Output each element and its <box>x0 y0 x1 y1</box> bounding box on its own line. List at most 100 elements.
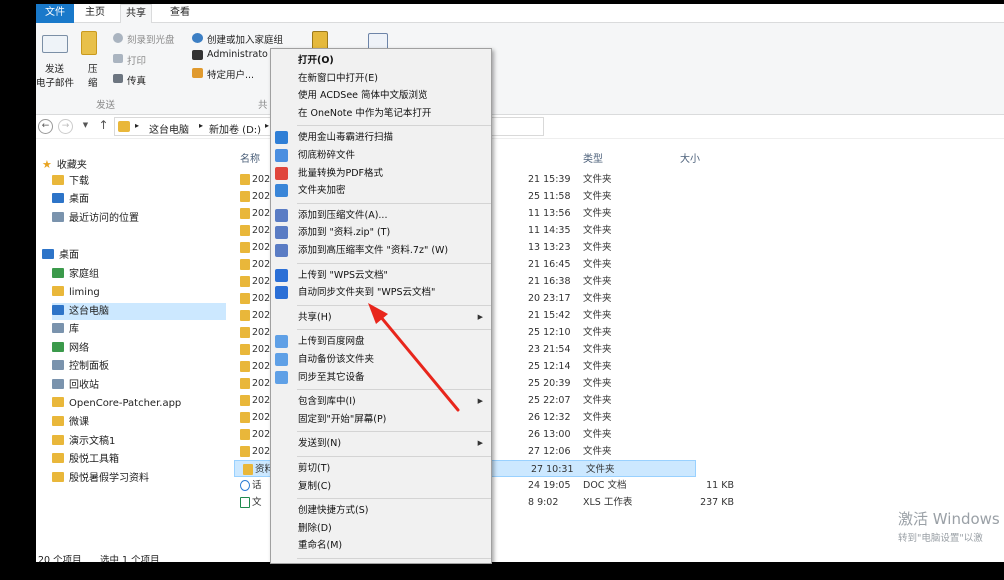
menu-item[interactable]: 批量转换为PDF格式 <box>271 165 491 182</box>
menu-item[interactable]: 发送到(N) ▶ <box>271 435 491 452</box>
file-date: 27 12:06 <box>528 446 571 457</box>
email-icon[interactable] <box>42 35 68 53</box>
folder-icon <box>240 276 250 287</box>
sidebar-item-label: 库 <box>69 324 79 335</box>
menu-item[interactable]: 属性(R) <box>271 562 491 563</box>
file-date: 21 15:42 <box>528 310 571 321</box>
menu-item[interactable]: 上传到百度网盘 <box>271 333 491 350</box>
menu-item[interactable]: 使用 ACDSee 简体中文版浏览 <box>271 87 491 104</box>
sidebar-item-favorites[interactable]: ★ 收藏夹 <box>42 156 87 173</box>
sidebar-item-yinyue-toolbox[interactable]: 殷悦工具箱 <box>52 451 119 468</box>
folder-icon <box>240 191 250 202</box>
submenu-arrow-icon: ▶ <box>477 397 483 406</box>
sidebar-item-recent-places[interactable]: 最近访问的位置 <box>52 210 139 227</box>
sidebar-item-opencore-patcher[interactable]: OpenCore-Patcher.app <box>52 395 181 412</box>
menu-item-label: 发送到(N) <box>298 438 342 450</box>
file-type: XLS 工作表 <box>583 497 633 508</box>
sidebar-item-this-pc[interactable]: 这台电脑 <box>52 303 226 320</box>
homegroup-button[interactable]: 创建或加入家庭组 <box>207 32 283 46</box>
folder-icon <box>52 286 64 296</box>
menu-item[interactable]: 自动同步文件夹到 "WPS云文档" <box>271 284 491 301</box>
menu-item[interactable]: 删除(D) <box>271 520 491 537</box>
file-type: 文件夹 <box>583 225 612 236</box>
menu-item[interactable]: 使用金山毒霸进行扫描 <box>271 129 491 146</box>
menu-item-label: 包含到库中(I) <box>298 396 356 408</box>
disc-icon <box>113 33 123 43</box>
sidebar-item-desktop[interactable]: 桌面 <box>42 247 79 264</box>
breadcrumb-drive-d[interactable]: 新加卷 (D:) <box>209 121 261 136</box>
folder-icon <box>240 378 250 389</box>
file-date: 25 22:07 <box>528 395 571 406</box>
file-date: 23 21:54 <box>528 344 571 355</box>
folder-icon <box>52 397 64 407</box>
folder-icon <box>240 293 250 304</box>
menu-item-label: 使用 ACDSee 简体中文版浏览 <box>298 90 428 102</box>
ribbon-tab-bar: 文件 主页 共享 查看 <box>36 4 1004 24</box>
menu-item[interactable]: 共享(H) ▶ <box>271 309 491 326</box>
menu-item[interactable]: 添加到压缩文件(A)... <box>271 207 491 224</box>
sidebar-item-desktop-fav[interactable]: 桌面 <box>52 191 89 208</box>
print-button[interactable]: 打印 <box>127 53 146 67</box>
breadcrumb-this-pc[interactable]: 这台电脑 <box>149 121 189 136</box>
menu-item[interactable]: 添加到 "资料.zip" (T) <box>271 224 491 241</box>
menu-item[interactable]: 在 OneNote 中作为笔记本打开 <box>271 105 491 122</box>
tab-home[interactable]: 主页 <box>80 4 110 23</box>
menu-item-label: 上传到百度网盘 <box>298 336 365 348</box>
file-date: 11 14:35 <box>528 225 571 236</box>
sidebar-item-yinyue-summer-materials[interactable]: 殷悦暑假学习资料 <box>52 470 149 487</box>
menu-item[interactable]: 包含到库中(I) ▶ <box>271 393 491 410</box>
file-name: 202 <box>252 208 271 219</box>
burn-disc-button[interactable]: 刻录到光盘 <box>127 32 175 46</box>
tab-file[interactable]: 文件 <box>36 4 74 23</box>
column-header-type[interactable]: 类型 <box>583 150 603 165</box>
column-header-size[interactable]: 大小 <box>680 150 700 165</box>
menu-item[interactable]: 重命名(M) <box>271 537 491 554</box>
tab-view[interactable]: 查看 <box>164 4 196 23</box>
send-email-label-2[interactable]: 电子邮件 <box>36 75 74 89</box>
sidebar-item-downloads[interactable]: 下载 <box>52 173 89 190</box>
menu-item[interactable]: 上传到 "WPS云文档" <box>271 267 491 284</box>
tab-share[interactable]: 共享 <box>120 4 152 24</box>
specific-users-button[interactable]: 特定用户... <box>207 67 254 81</box>
recent-locations-button[interactable]: ▼ <box>78 119 93 134</box>
folder-icon <box>240 412 250 423</box>
zip-icon[interactable] <box>81 31 97 55</box>
column-header-name[interactable]: 名称 <box>240 150 260 165</box>
menu-item[interactable]: 复制(C) <box>271 478 491 495</box>
fax-button[interactable]: 传真 <box>127 73 146 87</box>
menu-item[interactable]: 文件夹加密 <box>271 182 491 199</box>
menu-item[interactable]: 添加到高压缩率文件 "资料.7z" (W) <box>271 242 491 259</box>
up-button[interactable]: ↑ <box>96 119 111 134</box>
compress-label-2[interactable]: 缩 <box>88 75 98 89</box>
administrator-button[interactable]: Administrato <box>207 49 268 60</box>
menu-item[interactable]: 同步至其它设备 <box>271 369 491 386</box>
sidebar-item-weike[interactable]: 微课 <box>52 414 89 431</box>
menu-item[interactable]: 在新窗口中打开(E) <box>271 70 491 87</box>
back-button[interactable]: ← <box>38 119 53 134</box>
sidebar-item-slides-1[interactable]: 演示文稿1 <box>52 433 115 450</box>
sidebar-item-label: 殷悦工具箱 <box>69 454 119 465</box>
menu-item[interactable]: 打开(O) <box>271 52 491 69</box>
menu-separator <box>297 262 491 264</box>
menu-item[interactable]: 彻底粉碎文件 <box>271 147 491 164</box>
menu-item[interactable]: 剪切(T) <box>271 460 491 477</box>
compress-label-1[interactable]: 压 <box>88 61 98 75</box>
menu-item-label: 自动同步文件夹到 "WPS云文档" <box>298 287 436 299</box>
menu-separator <box>297 389 491 391</box>
menu-item-label: 添加到压缩文件(A)... <box>298 209 388 221</box>
menu-item[interactable]: 创建快捷方式(S) <box>271 502 491 519</box>
sidebar-item-network[interactable]: 网络 <box>52 340 89 357</box>
sidebar-item-libraries[interactable]: 库 <box>52 321 79 338</box>
file-name: 202 <box>252 429 271 440</box>
file-type: 文件夹 <box>583 395 612 406</box>
sidebar-item-liming[interactable]: liming <box>52 284 100 301</box>
menu-item[interactable]: 固定到"开始"屏幕(P) <box>271 411 491 428</box>
menu-item[interactable]: 自动备份该文件夹 <box>271 351 491 368</box>
sidebar-item-control-panel[interactable]: 控制面板 <box>52 358 109 375</box>
sidebar-item-recycle-bin[interactable]: 回收站 <box>52 377 99 394</box>
send-email-label-1[interactable]: 发送 <box>45 61 64 75</box>
menu-separator <box>297 304 491 306</box>
sidebar-item-homegroup[interactable]: 家庭组 <box>52 266 99 283</box>
file-type: 文件夹 <box>583 259 612 270</box>
forward-button[interactable]: → <box>58 119 73 134</box>
